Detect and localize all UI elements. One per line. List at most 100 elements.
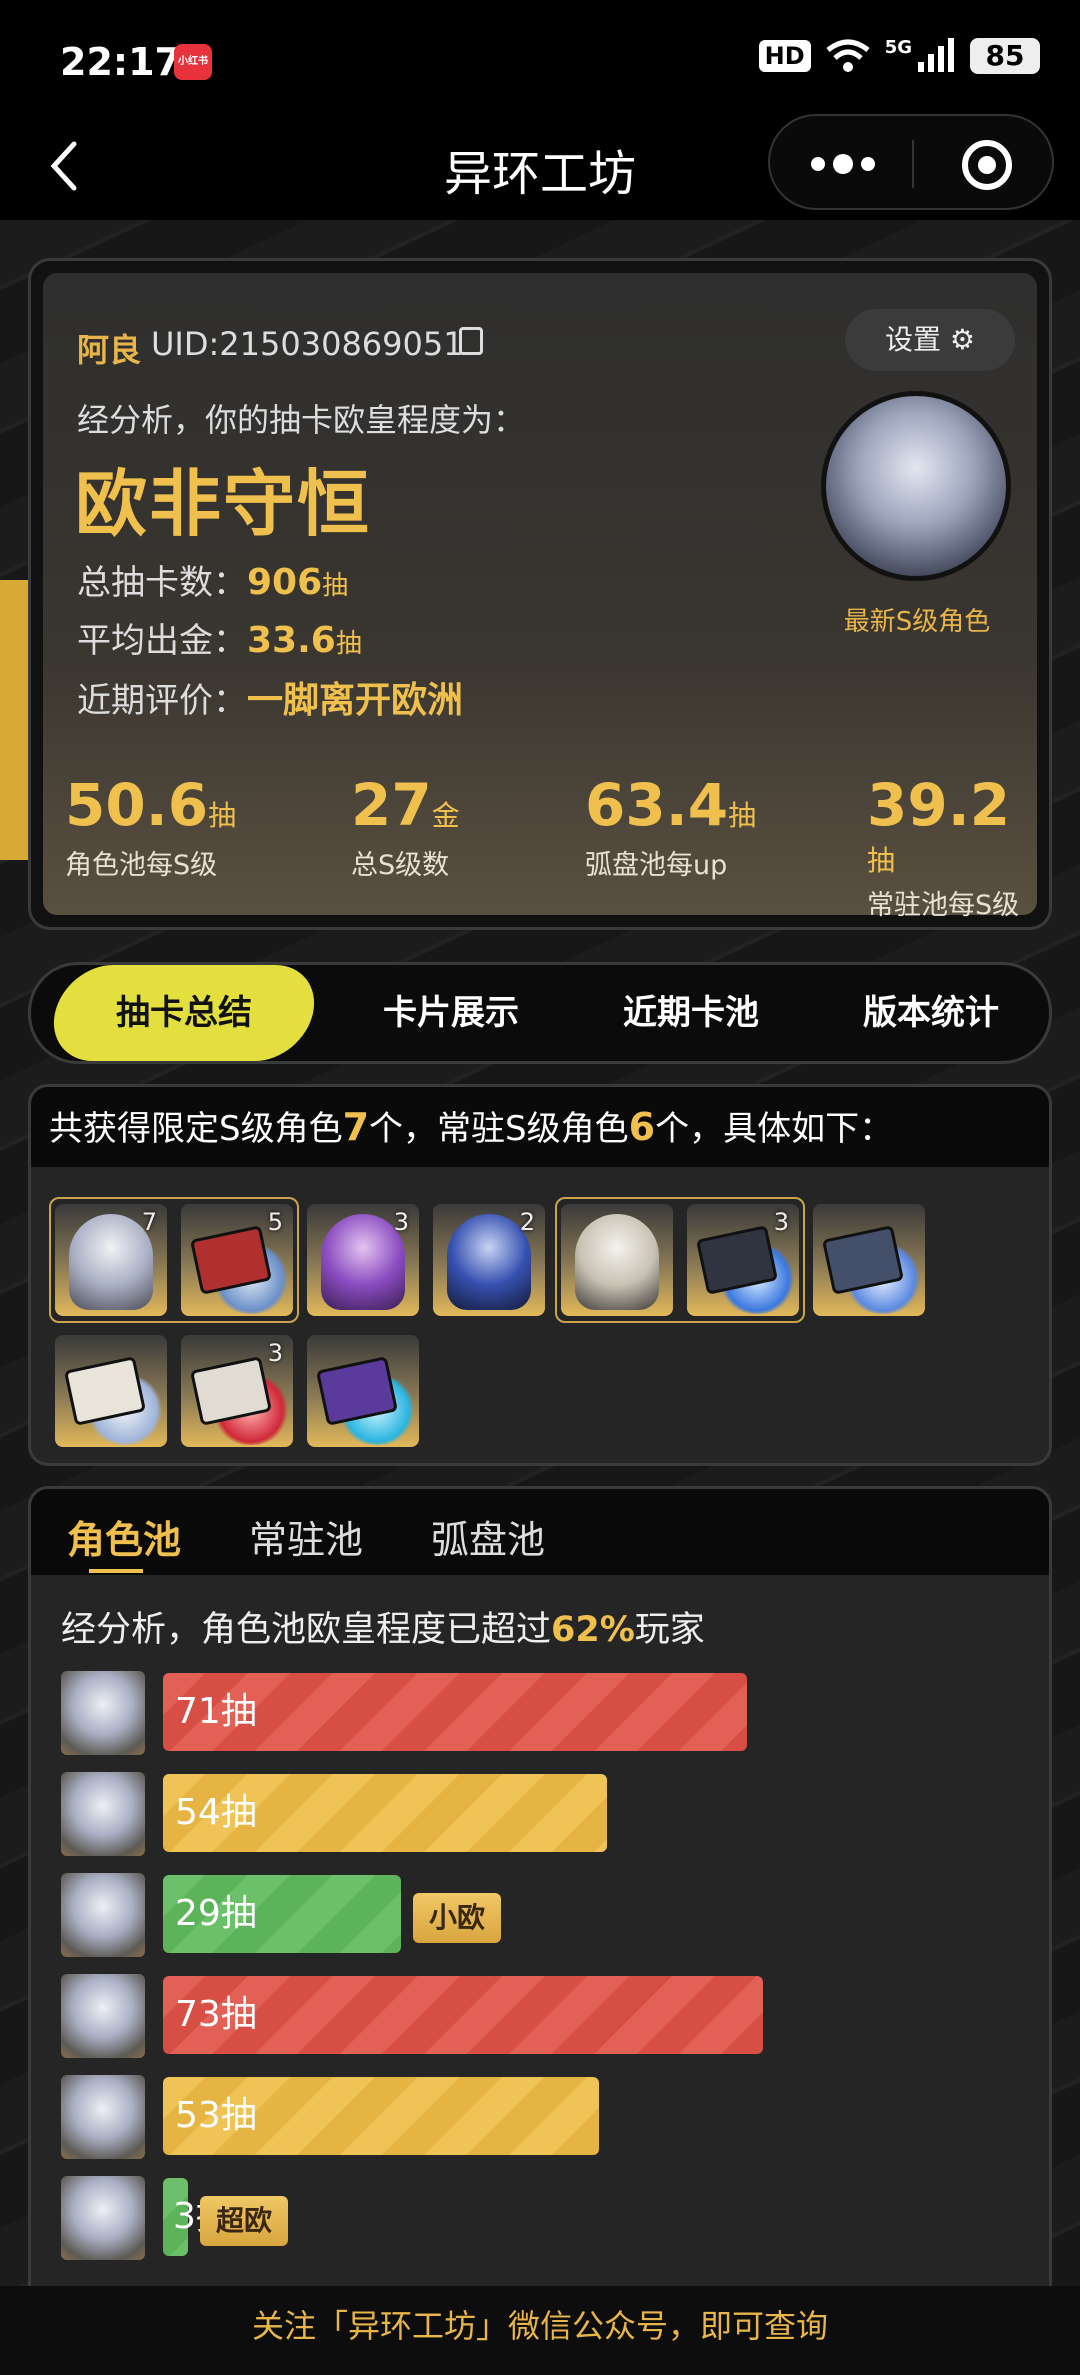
player-name: 阿良 [77, 331, 142, 369]
footer-banner[interactable]: 关注「异环工坊」微信公众号，即可查询 [0, 2286, 1080, 2375]
luck-badge: 小欧 [413, 1893, 502, 1943]
metric-value: 63.4 [585, 771, 729, 839]
total-draws-row: 总抽卡数：906抽 [77, 555, 348, 604]
status-bar: 22:17 小红书 HD 5G 85 [0, 0, 1080, 125]
tab-recent-pools[interactable]: 近期卡池 [571, 965, 811, 1061]
capsule-divider [912, 140, 914, 188]
luck-badge: 超欧 [200, 2196, 289, 2246]
gear-icon: ⚙ [949, 323, 976, 356]
miniprogram-capsule [768, 114, 1054, 210]
character-thumbnail [61, 1974, 145, 2058]
pity-bar: 54抽 [163, 1774, 607, 1852]
disc-icon[interactable]: 5 [181, 1204, 293, 1316]
status-icons: HD 5G 85 [758, 37, 1040, 74]
metric-standard-pool: 39.2 抽 常驻池每S级 [867, 771, 1037, 922]
pity-bar-row: 71抽 [61, 1671, 1021, 1755]
obtained-text: 个，常驻S级角色 [369, 1109, 629, 1149]
avg-gold-row: 平均出金：33.6抽 [77, 613, 362, 662]
metric-total-s: 27金 总S级数 [351, 771, 460, 882]
character-portrait [447, 1214, 531, 1310]
metric-label: 弧盘池每up [585, 850, 728, 881]
total-draws-label: 总抽卡数： [77, 563, 247, 603]
avg-gold-unit: 抽 [335, 629, 362, 659]
dupe-count: 3 [773, 1208, 789, 1236]
disc-icon[interactable] [813, 1204, 925, 1316]
pool-analysis-text: 玩家 [634, 1610, 705, 1650]
character-icon[interactable]: 2 [433, 1204, 545, 1316]
tab-character-pool[interactable]: 角色池 [67, 1509, 181, 1564]
pool-percentile: 62% [551, 1610, 635, 1650]
hd-icon: HD [758, 40, 811, 72]
character-thumbnail [61, 1671, 145, 1755]
tab-label: 抽卡总结 [116, 993, 252, 1033]
luck-verdict: 欧非守恒 [75, 462, 372, 546]
close-miniprogram-icon[interactable] [962, 140, 1012, 190]
metric-label: 常驻池每S级 [867, 890, 1020, 921]
pity-bar-row: 54抽 [61, 1772, 1021, 1856]
metric-unit: 抽 [208, 799, 237, 832]
total-draws-value: 906 [247, 562, 323, 603]
pity-bar: 3抽 [163, 2178, 232, 2256]
analysis-text: 经分析，你的抽卡欧皇程度为： [77, 401, 526, 439]
metric-unit: 抽 [728, 799, 757, 832]
metric-character-pool: 50.6抽 角色池每S级 [65, 771, 236, 882]
tab-label: 版本统计 [863, 993, 999, 1033]
character-thumbnail [61, 2176, 145, 2260]
disc-icon[interactable] [307, 1335, 419, 1447]
recent-rating-label: 近期评价： [77, 681, 247, 721]
metric-unit: 抽 [867, 844, 896, 877]
metric-disc-pool: 63.4抽 弧盘池每up [585, 771, 756, 882]
character-icon[interactable] [561, 1204, 673, 1316]
pity-bar-row: 53抽 [61, 2075, 1021, 2159]
tab-standard-pool[interactable]: 常驻池 [249, 1509, 363, 1564]
pool-tabs: 角色池 常驻池 弧盘池 [31, 1489, 1049, 1575]
dupe-count: 7 [141, 1208, 157, 1236]
avg-gold-value: 33.6 [247, 620, 336, 661]
standard-count: 6 [628, 1105, 656, 1149]
more-icon[interactable] [808, 150, 878, 178]
copy-icon[interactable] [459, 327, 483, 355]
dupe-count: 2 [519, 1208, 535, 1236]
tab-disc-pool[interactable]: 弧盘池 [431, 1509, 545, 1564]
clock: 22:17 [60, 40, 181, 84]
disc-icon[interactable] [55, 1335, 167, 1447]
signal-icon [918, 38, 954, 72]
dupe-count: 3 [267, 1339, 283, 1367]
obtained-section: 共获得限定S级角色7个，常驻S级角色6个，具体如下： 7 5 3 2 3 3 [28, 1084, 1052, 1466]
disc-icon[interactable]: 3 [181, 1335, 293, 1447]
character-thumbnail [61, 2075, 145, 2159]
total-draws-unit: 抽 [322, 571, 349, 601]
tab-cards[interactable]: 卡片展示 [331, 965, 571, 1061]
pool-section: 角色池 常驻池 弧盘池 经分析，角色池欧皇程度已超过62%玩家 71抽 54抽 29… [28, 1486, 1052, 2316]
metric-unit: 金 [431, 799, 460, 832]
metric-label: 总S级数 [351, 850, 450, 881]
metric-label: 角色池每S级 [65, 850, 218, 881]
recent-rating-value: 一脚离开欧洲 [247, 680, 464, 721]
pool-analysis: 经分析，角色池欧皇程度已超过62%玩家 [61, 1601, 705, 1652]
nav-bar: 异环工坊 [0, 110, 1080, 220]
metric-value: 27 [351, 771, 432, 839]
pity-bar-row: 3抽超欧 [61, 2176, 1021, 2260]
character-portrait [69, 1214, 153, 1310]
tab-version-stats[interactable]: 版本统计 [811, 965, 1051, 1061]
disc-icon[interactable]: 3 [687, 1204, 799, 1316]
settings-button[interactable]: 设置 ⚙ [845, 309, 1015, 371]
character-thumbnail [61, 1772, 145, 1856]
character-icon[interactable]: 3 [307, 1204, 419, 1316]
avg-gold-label: 平均出金： [77, 621, 247, 661]
character-portrait [575, 1214, 659, 1310]
character-portrait [321, 1214, 405, 1310]
character-icon[interactable]: 7 [55, 1204, 167, 1316]
pool-analysis-text: 经分析，角色池欧皇程度已超过 [61, 1610, 552, 1650]
obtained-summary: 共获得限定S级角色7个，常驻S级角色6个，具体如下： [31, 1087, 1049, 1167]
settings-label: 设置 [884, 323, 941, 356]
dupe-count: 5 [267, 1208, 283, 1236]
obtained-text: 共获得限定S级角色 [49, 1109, 343, 1149]
player-uid: UID:215030869051 [151, 325, 464, 363]
profile-card: 阿良 UID:215030869051 设置 ⚙ 经分析，你的抽卡欧皇程度为： … [28, 258, 1052, 930]
tab-summary[interactable]: 抽卡总结 [44, 965, 324, 1061]
latest-s-character-avatar[interactable] [821, 391, 1011, 581]
pity-bar: 71抽 [163, 1673, 747, 1751]
tab-label: 近期卡池 [623, 993, 759, 1033]
pity-bar: 29抽 [163, 1875, 401, 1953]
